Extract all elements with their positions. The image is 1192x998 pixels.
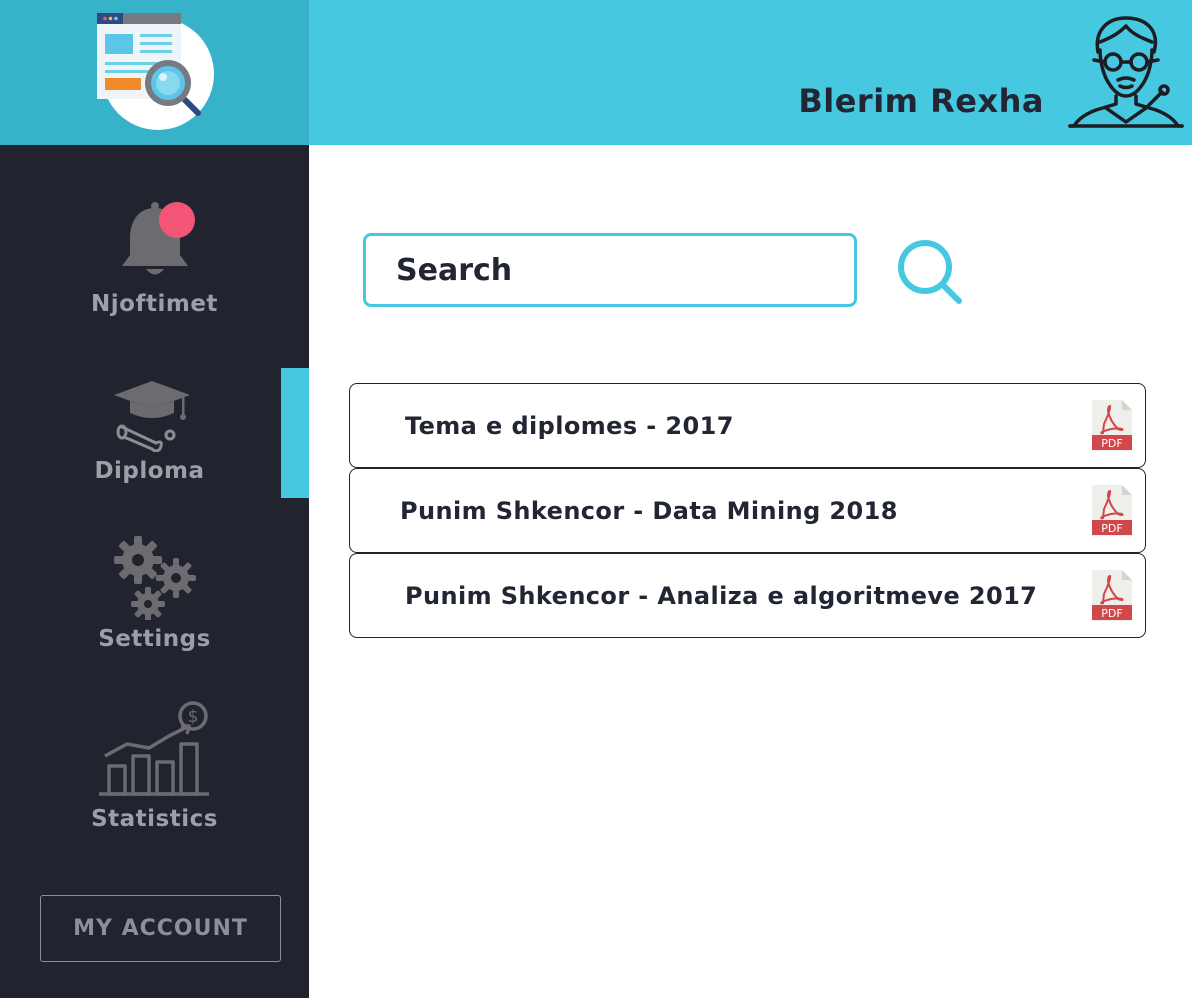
svg-text:$: $: [188, 707, 199, 727]
user-name: Blerim Rexha: [798, 82, 1044, 120]
logo-panel: [0, 0, 309, 145]
list-item[interactable]: Tema e diplomes - 2017 PDF: [349, 383, 1146, 468]
list-item[interactable]: Punim Shkencor - Data Mining 2018 PDF: [349, 468, 1146, 553]
document-title: Punim Shkencor - Data Mining 2018: [400, 496, 898, 525]
sidebar: Njoftimet Diploma Settings $ Statistics …: [0, 145, 309, 998]
search-icon[interactable]: [895, 237, 967, 309]
main-content: Tema e diplomes - 2017 PDF Punim Shkenco…: [309, 145, 1192, 998]
header-bar: [309, 0, 1192, 145]
svg-text:PDF: PDF: [1101, 437, 1122, 450]
sidebar-item-statistics[interactable]: $ Statistics: [0, 700, 309, 832]
pdf-icon[interactable]: PDF: [1090, 569, 1133, 622]
bell-icon: [121, 202, 195, 275]
list-item[interactable]: Punim Shkencor - Analiza e algoritmeve 2…: [349, 553, 1146, 638]
sidebar-item-njoftimet[interactable]: Njoftimet: [0, 200, 309, 317]
gears-icon: [113, 536, 196, 620]
document-title: Tema e diplomes - 2017: [405, 411, 734, 440]
user-avatar-icon[interactable]: [1066, 12, 1186, 132]
pdf-icon[interactable]: PDF: [1090, 484, 1133, 537]
svg-text:PDF: PDF: [1101, 522, 1122, 535]
sidebar-item-label: Njoftimet: [91, 291, 218, 317]
sidebar-item-settings[interactable]: Settings: [0, 530, 309, 652]
document-title: Punim Shkencor - Analiza e algoritmeve 2…: [405, 581, 1038, 610]
statistics-chart-icon: $: [99, 701, 209, 796]
my-account-button[interactable]: MY ACCOUNT: [40, 895, 281, 962]
pdf-icon[interactable]: PDF: [1090, 399, 1133, 452]
sidebar-item-diploma[interactable]: Diploma: [0, 377, 309, 484]
search-input[interactable]: [363, 233, 857, 307]
graduation-cap-icon: [114, 381, 190, 452]
document-list: Tema e diplomes - 2017 PDF Punim Shkenco…: [349, 383, 1146, 638]
svg-text:PDF: PDF: [1101, 607, 1122, 620]
app-logo-icon: [97, 13, 214, 130]
sidebar-item-label: Settings: [98, 626, 211, 652]
sidebar-item-label: Diploma: [94, 458, 205, 484]
sidebar-item-label: Statistics: [91, 806, 218, 832]
